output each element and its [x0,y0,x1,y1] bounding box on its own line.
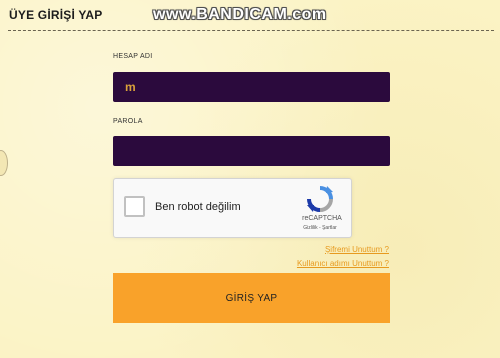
password-field[interactable] [113,136,390,166]
username-value: m [125,80,136,94]
username-field[interactable]: m [113,72,390,102]
username-label: HESAP ADI [113,53,153,60]
recaptcha-logo-icon [307,186,333,212]
forgot-username-link[interactable]: Kullanıcı adımı Unuttum ? [297,259,389,268]
recaptcha-privacy-terms[interactable]: Gizlilik - Şartlar [290,225,350,231]
forgot-password-link[interactable]: Şifremi Unuttum ? [325,245,389,254]
login-button[interactable]: GİRİŞ YAP [113,273,390,323]
left-edge-decoration [0,150,8,176]
title-divider [8,30,494,31]
recaptcha-brand: reCAPTCHA [302,215,342,222]
page-title: ÜYE GİRİŞİ YAP [9,8,103,22]
recaptcha-label: Ben robot değilim [155,201,241,213]
recaptcha-checkbox[interactable] [124,196,145,217]
watermark-logo: www.BANDICAM.com [153,6,327,23]
password-label: PAROLA [113,118,143,125]
recaptcha-widget: Ben robot değilim reCAPTCHA Gizlilik - Ş… [113,178,352,238]
login-button-label: GİRİŞ YAP [225,292,278,304]
